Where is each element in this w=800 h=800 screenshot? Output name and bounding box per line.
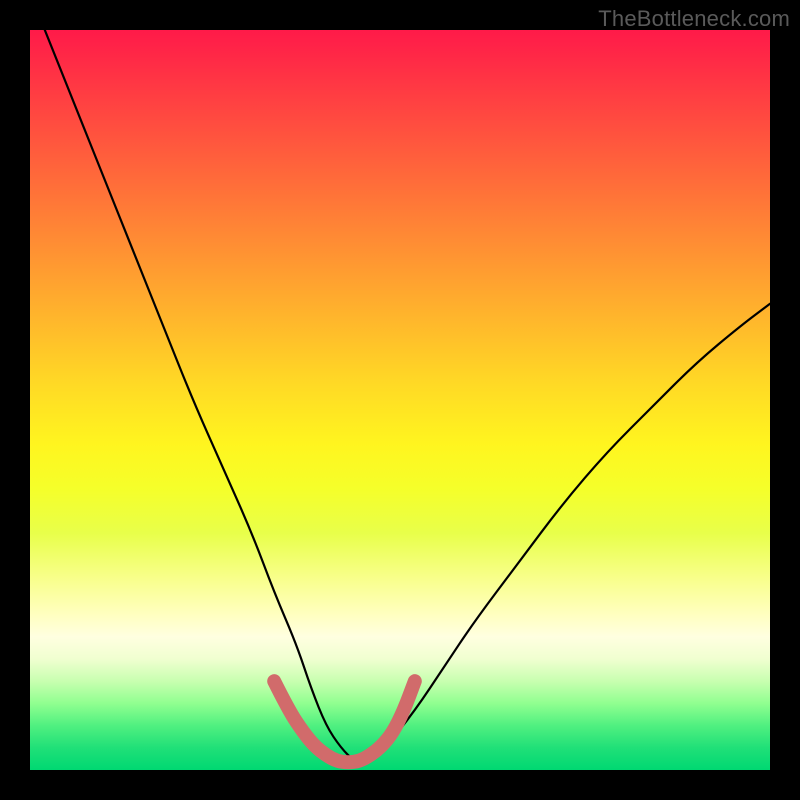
bottleneck-curve-path: [45, 30, 770, 763]
chart-svg: [30, 30, 770, 770]
chart-frame: TheBottleneck.com: [0, 0, 800, 800]
plot-area: [30, 30, 770, 770]
watermark-text: TheBottleneck.com: [598, 6, 790, 32]
